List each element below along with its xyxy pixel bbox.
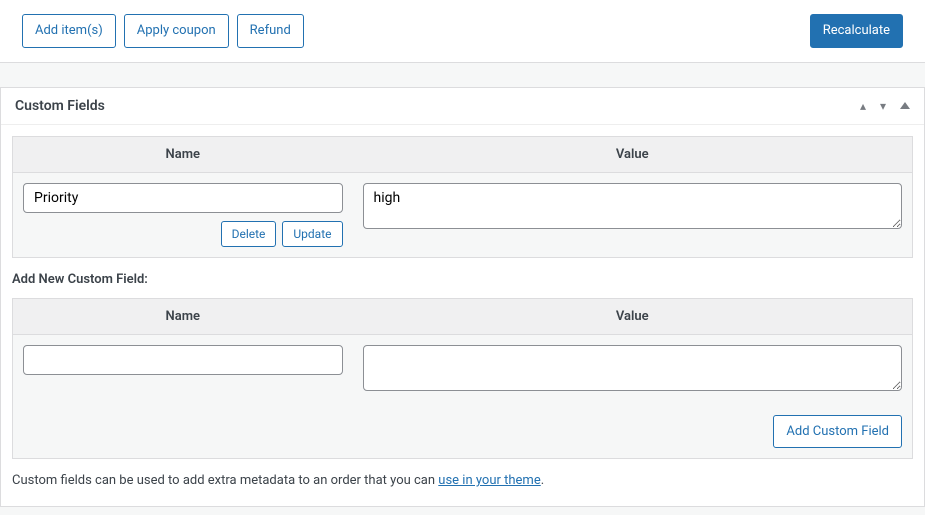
field-value-textarea[interactable]: high xyxy=(363,183,903,229)
custom-fields-panel: Custom Fields ▴ ▾ Name Value Delete Upda… xyxy=(0,87,925,508)
table-row: Delete Update high xyxy=(13,172,913,257)
new-field-name-input[interactable] xyxy=(23,345,343,375)
update-button[interactable]: Update xyxy=(282,221,342,247)
delete-button[interactable]: Delete xyxy=(221,221,277,247)
panel-toggle-icon[interactable] xyxy=(900,102,910,109)
new-col-header-value: Value xyxy=(353,298,913,334)
add-field-action-row: Add Custom Field xyxy=(13,405,913,459)
toolbar-left-group: Add item(s) Apply coupon Refund xyxy=(22,14,304,48)
panel-move-down-icon[interactable]: ▾ xyxy=(880,99,886,113)
field-name-input[interactable] xyxy=(23,183,343,213)
table-row xyxy=(13,334,913,405)
panel-move-up-icon[interactable]: ▴ xyxy=(860,99,866,113)
new-field-value-textarea[interactable] xyxy=(363,345,903,391)
apply-coupon-button[interactable]: Apply coupon xyxy=(124,14,229,48)
recalculate-button[interactable]: Recalculate xyxy=(810,14,903,48)
refund-button[interactable]: Refund xyxy=(237,14,304,48)
custom-fields-title: Custom Fields xyxy=(15,98,105,114)
help-text-suffix: . xyxy=(541,473,544,488)
row-actions: Delete Update xyxy=(23,221,343,247)
add-items-button[interactable]: Add item(s) xyxy=(22,14,116,48)
add-custom-field-button[interactable]: Add Custom Field xyxy=(773,415,902,449)
custom-fields-help-text: Custom fields can be used to add extra m… xyxy=(12,473,913,488)
col-header-name: Name xyxy=(13,136,353,172)
panel-controls: ▴ ▾ xyxy=(860,99,910,113)
custom-fields-header: Custom Fields ▴ ▾ xyxy=(1,88,924,125)
new-col-header-name: Name xyxy=(13,298,353,334)
add-new-field-label: Add New Custom Field: xyxy=(12,272,913,287)
order-actions-toolbar: Add item(s) Apply coupon Refund Recalcul… xyxy=(0,0,925,63)
col-header-value: Value xyxy=(353,136,913,172)
add-custom-field-table: Name Value Add Custom Field xyxy=(12,298,913,460)
help-text-prefix: Custom fields can be used to add extra m… xyxy=(12,473,438,488)
use-in-theme-link[interactable]: use in your theme xyxy=(438,473,540,488)
custom-fields-table: Name Value Delete Update high xyxy=(12,136,913,258)
